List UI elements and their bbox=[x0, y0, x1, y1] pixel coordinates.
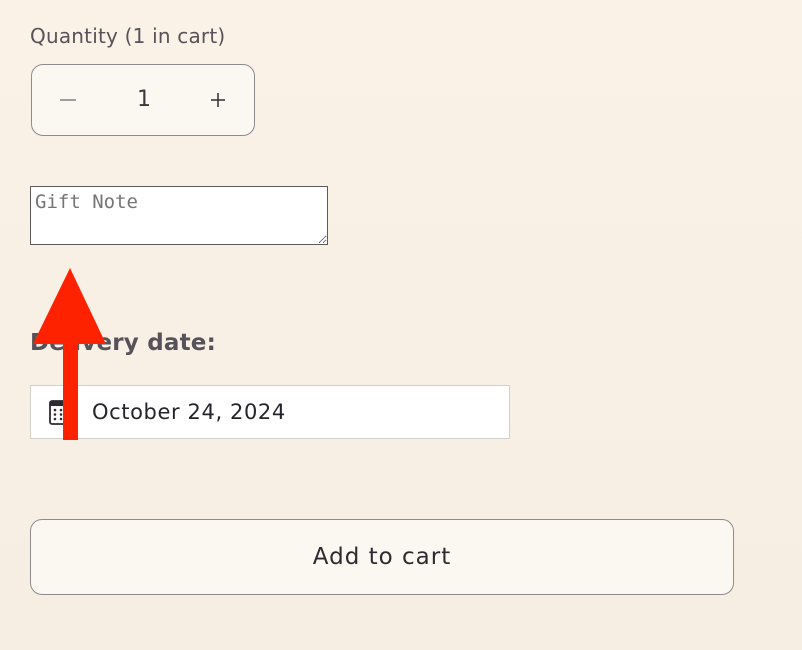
minus-icon bbox=[60, 98, 76, 101]
plus-icon bbox=[211, 92, 225, 107]
delivery-date-label: Delivery date: bbox=[30, 330, 216, 356]
add-to-cart-button[interactable]: Add to cart bbox=[30, 519, 734, 595]
delivery-date-value: October 24, 2024 bbox=[92, 400, 286, 424]
quantity-decrement-button[interactable] bbox=[32, 65, 104, 134]
delivery-date-field[interactable]: October 24, 2024 bbox=[30, 385, 510, 439]
calendar-icon bbox=[49, 400, 67, 425]
gift-note-textarea[interactable] bbox=[30, 186, 328, 245]
quantity-stepper: 1 bbox=[31, 64, 255, 136]
quantity-increment-button[interactable] bbox=[182, 65, 254, 134]
quantity-input[interactable]: 1 bbox=[104, 65, 184, 134]
quantity-label: Quantity (1 in cart) bbox=[30, 24, 226, 48]
